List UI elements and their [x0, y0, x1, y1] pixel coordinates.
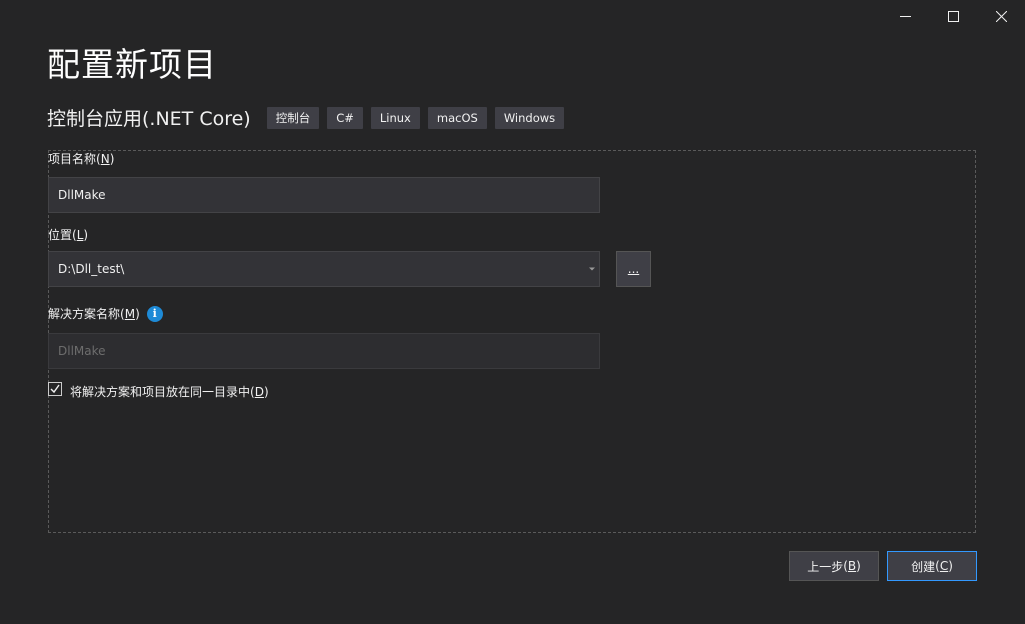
browse-button-label: ... — [627, 262, 640, 276]
project-name-accelerator: N — [100, 151, 110, 166]
location-combobox[interactable]: D:\Dll_test\ — [48, 251, 600, 287]
tag-linux: Linux — [370, 106, 420, 129]
checkmark-icon — [50, 384, 60, 394]
tag-windows: Windows — [494, 106, 565, 129]
same-directory-checkbox[interactable] — [48, 382, 62, 396]
template-name: 控制台应用(.NET Core) — [47, 108, 251, 130]
solution-name-input: DllMake — [48, 333, 600, 369]
location-label-text: 位置 — [48, 228, 73, 242]
solution-name-accelerator: M — [124, 306, 136, 321]
location-value: D:\Dll_test\ — [58, 262, 125, 276]
chevron-down-icon[interactable] — [589, 267, 595, 271]
location-label: 位置(L) — [48, 227, 89, 243]
solution-name-label-text: 解决方案名称 — [48, 307, 121, 321]
close-button[interactable] — [977, 0, 1025, 32]
same-directory-label-text: 将解决方案和项目放在同一目录中 — [70, 385, 251, 399]
project-name-input[interactable]: DllMake — [48, 177, 600, 213]
maximize-icon — [947, 10, 959, 22]
page-title: 配置新项目 — [47, 45, 217, 84]
back-button-label: 上一步 — [807, 559, 844, 574]
tag-console: 控制台 — [266, 106, 320, 129]
browse-button[interactable]: ... — [616, 251, 651, 287]
project-name-label: 项目名称(N) — [48, 151, 115, 167]
solution-name-placeholder: DllMake — [58, 344, 106, 358]
create-accelerator: C — [939, 559, 949, 573]
back-button[interactable]: 上一步(B) — [789, 551, 879, 581]
solution-name-label: 解决方案名称(M) i — [48, 305, 163, 322]
project-name-value: DllMake — [58, 188, 106, 202]
create-button-label: 创建 — [911, 559, 936, 574]
template-summary: 控制台应用(.NET Core) 控制台 C# Linux macOS Wind… — [47, 104, 572, 131]
create-button[interactable]: 创建(C) — [887, 551, 977, 581]
minimize-icon — [899, 15, 911, 17]
close-icon — [995, 10, 1007, 22]
same-directory-label[interactable]: 将解决方案和项目放在同一目录中(D) — [70, 383, 269, 400]
window-controls — [881, 0, 1025, 32]
location-accelerator: L — [76, 227, 84, 242]
info-icon[interactable]: i — [146, 305, 163, 322]
project-name-label-text: 项目名称 — [48, 152, 97, 166]
tag-csharp: C# — [327, 106, 363, 129]
maximize-button[interactable] — [929, 0, 977, 32]
back-accelerator: B — [847, 559, 857, 573]
same-directory-accelerator: D — [254, 384, 264, 399]
tag-macos: macOS — [427, 106, 487, 129]
minimize-button[interactable] — [881, 0, 929, 32]
